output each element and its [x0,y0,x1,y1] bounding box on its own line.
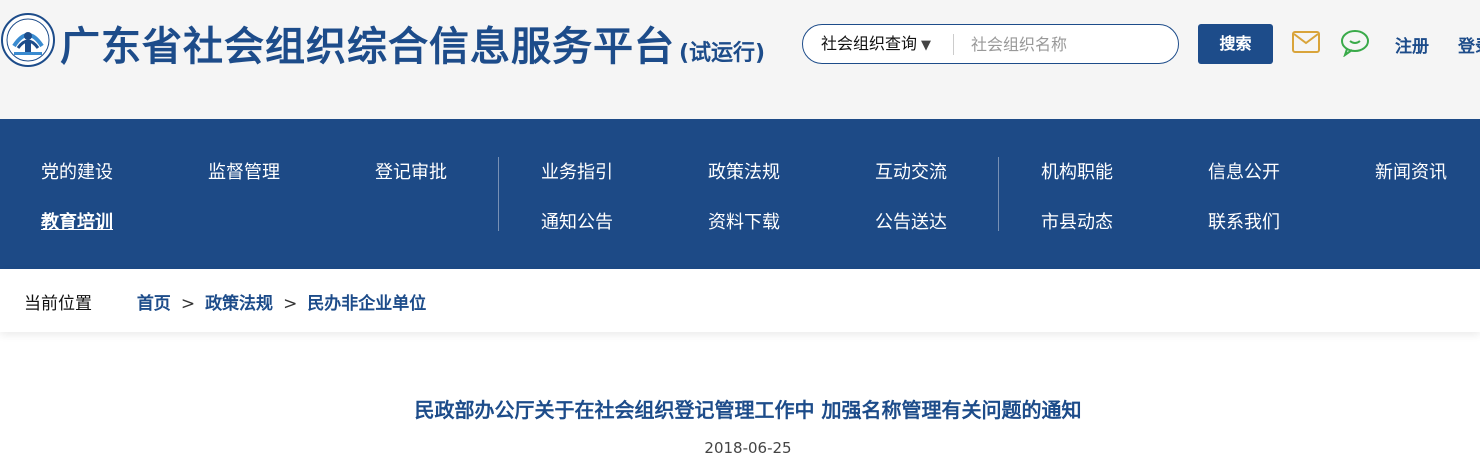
site-header: 广东省社会组织综合信息服务平台(试运行) 社会组织查询▼ 搜索 注册 登录 [0,0,1480,119]
breadcrumb-policy[interactable]: 政策法规 [205,294,273,314]
nav-item-downloads[interactable]: 资料下载 [708,208,780,234]
nav-item-party-building[interactable]: 党的建设 [41,158,113,184]
nav-item-interaction[interactable]: 互动交流 [875,158,947,184]
search-type-dropdown[interactable]: 社会组织查询 ▼ [821,25,931,63]
nav-item-supervision[interactable]: 监督管理 [208,158,280,184]
search-divider [953,34,954,55]
nav-item-notices[interactable]: 通知公告 [541,208,613,234]
nav-item-registration[interactable]: 登记审批 [375,158,447,184]
nav-divider [998,157,999,231]
search-input[interactable] [971,30,1167,58]
article-date: 2018-06-25 [704,439,792,457]
breadcrumb-separator: > [283,294,298,314]
nav-item-news[interactable]: 新闻资讯 [1375,158,1447,184]
nav-item-disclosure[interactable]: 信息公开 [1208,158,1280,184]
login-link[interactable]: 登录 [1458,32,1480,57]
breadcrumb-separator: > [180,294,196,314]
register-link[interactable]: 注册 [1395,32,1429,57]
search-box: 社会组织查询 ▼ [802,24,1179,64]
nav-item-city-news[interactable]: 市县动态 [1041,208,1113,234]
nav-item-announcement-delivery[interactable]: 公告送达 [875,208,947,234]
article-title: 民政部办公厅关于在社会组织登记管理工作中 加强名称管理有关问题的通知 [414,398,1082,422]
breadcrumb-current[interactable]: 民办非企业单位 [307,294,426,314]
breadcrumb-label: 当前位置 [24,294,92,314]
nav-item-policy[interactable]: 政策法规 [708,158,780,184]
nav-item-functions[interactable]: 机构职能 [1041,158,1113,184]
search-button[interactable]: 搜索 [1198,24,1273,64]
breadcrumb: 当前位置 首页 > 政策法规 > 民办非企业单位 [24,289,426,314]
trial-label: (试运行) [679,41,766,66]
site-title[interactable]: 广东省社会组织综合信息服务平台 (试运行) [60,14,765,72]
dropdown-caret-icon: ▼ [921,38,932,53]
nav-divider [498,157,499,231]
chat-icon[interactable] [1340,29,1372,57]
mail-icon[interactable] [1292,31,1320,53]
nav-item-contact[interactable]: 联系我们 [1208,208,1280,234]
main-nav [0,119,1480,269]
breadcrumb-home[interactable]: 首页 [137,294,171,314]
nav-item-education[interactable]: 教育培训 [41,208,113,234]
site-logo-icon[interactable] [0,12,56,68]
nav-item-business-guide[interactable]: 业务指引 [541,158,613,184]
site-title-text: 广东省社会组织综合信息服务平台 [60,24,675,70]
search-type-label: 社会组织查询 [821,34,918,53]
